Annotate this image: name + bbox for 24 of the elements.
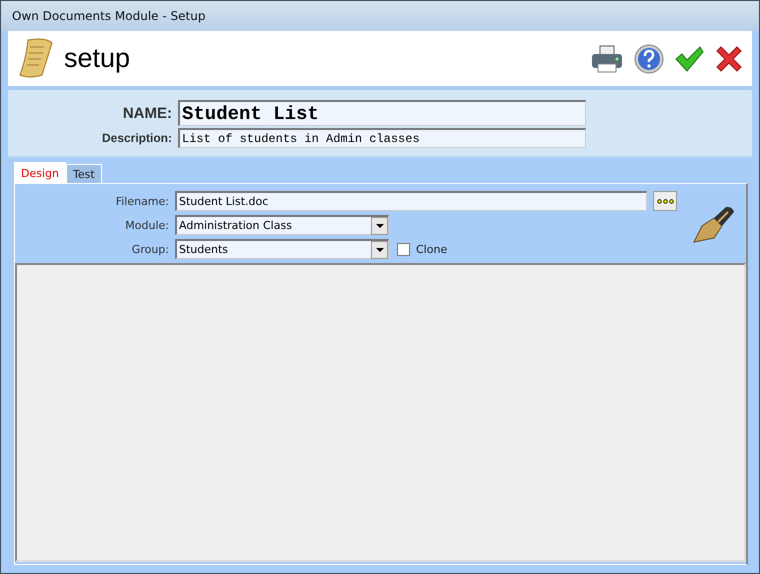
clone-checkbox[interactable] (397, 242, 410, 256)
dropdown-arrow-icon (376, 224, 384, 228)
checkmark-icon[interactable] (674, 44, 704, 72)
description-field[interactable]: List of students in Admin classes (178, 128, 586, 148)
group-label: Group: (130, 242, 170, 256)
filename-label: Filename: (114, 194, 170, 208)
header-title: setup (64, 43, 130, 74)
help-icon[interactable] (634, 44, 664, 74)
close-icon[interactable] (714, 44, 744, 74)
name-field[interactable]: Student List (178, 100, 586, 126)
module-label: Module: (124, 218, 170, 232)
browse-button[interactable] (653, 191, 677, 211)
printer-icon[interactable] (590, 44, 624, 74)
dots-icon (656, 198, 674, 204)
clone-label: Clone (416, 242, 448, 256)
dropdown-arrow-icon (376, 248, 384, 252)
window-title: Own Documents Module - Setup (12, 9, 206, 23)
tab[interactable]: Test (66, 164, 102, 183)
description-label: Description: (100, 131, 173, 145)
module-dropdown[interactable]: Administration Class (175, 215, 389, 235)
name-label: NAME: (122, 104, 173, 122)
filename-field[interactable]: Student List.doc (175, 191, 647, 211)
tab[interactable]: Design (14, 162, 66, 183)
group-dropdown[interactable]: Students (175, 239, 389, 259)
